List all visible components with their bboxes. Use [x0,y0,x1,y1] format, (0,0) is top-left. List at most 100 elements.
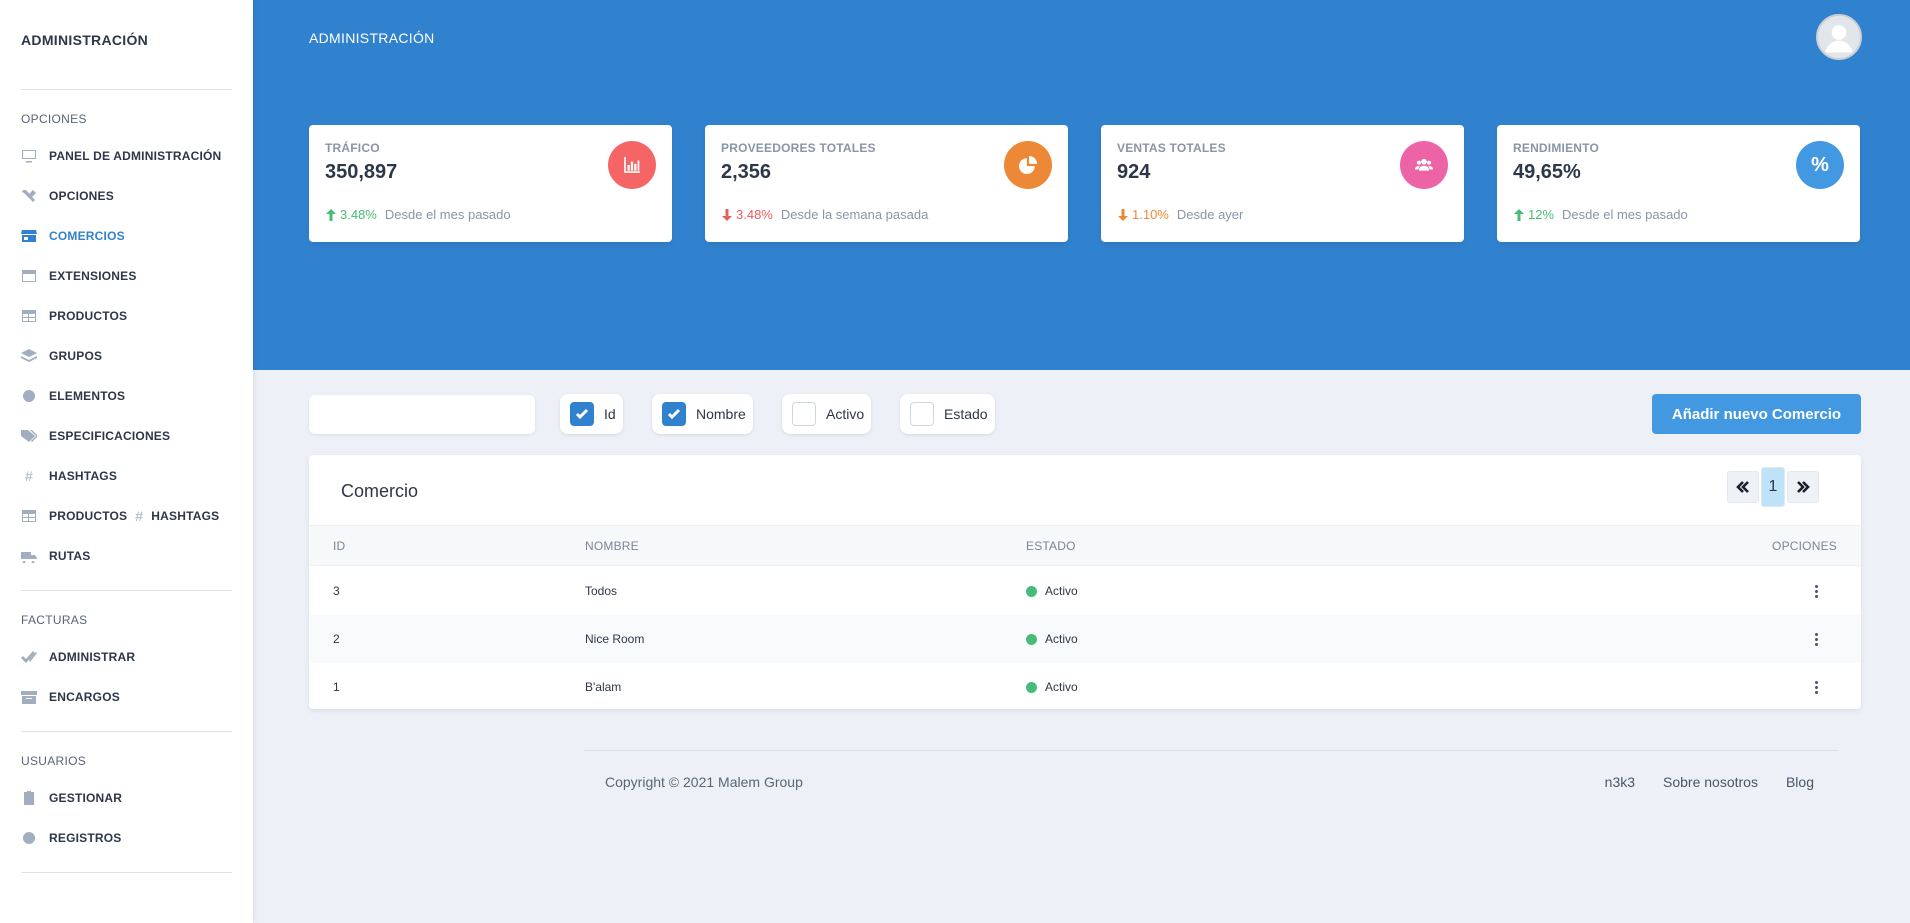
stat-delta-value: 3.48% [736,207,773,222]
window-icon [21,269,37,283]
stat-delta-value: 12% [1528,207,1555,222]
kebab-menu-icon[interactable] [1809,679,1823,695]
cell-options [1809,663,1837,711]
arrow-down-icon [1118,208,1128,221]
sidebar-item-productos[interactable]: PRODUCTOS [21,296,232,336]
status-label: Activo [1045,632,1078,646]
section-title-opciones: OPCIONES [21,112,87,126]
check-icon [575,408,589,420]
comercio-table-card: Comercio 1 ID NOMBRE ESTADO OPCIONES 3 T… [309,455,1861,709]
sidebar-item-registros[interactable]: REGISTROS [21,818,232,858]
sidebar-item-encargos[interactable]: ENCARGOS [21,677,232,717]
footer-link-blog[interactable]: Blog [1786,774,1814,790]
table-icon [21,509,37,523]
sidebar-item-label: PRODUCTOS [49,509,128,523]
bar-chart-icon [608,141,656,189]
sidebar-item-rutas[interactable]: RUTAS [21,536,232,576]
avatar[interactable] [1816,14,1862,60]
column-toggle-id[interactable]: Id [560,394,623,434]
status-dot [1026,681,1037,693]
stat-note: Desde el mes pasado [1562,207,1688,222]
stat-card-ventas: VENTAS TOTALES 924 1.10% Desde ayer [1101,125,1464,242]
tags-icon [21,429,37,443]
pie-chart-icon [1004,141,1052,189]
layers-icon [21,349,37,363]
section-title-usuarios: USUARIOS [21,754,87,768]
stat-value: 924 [1117,161,1151,183]
stat-delta: 1.10% [1117,207,1169,222]
cell-state: Activo [1026,615,1078,663]
cell-name: Nice Room [585,632,645,646]
first-page-button[interactable] [1727,471,1759,503]
column-header-nombre[interactable]: NOMBRE [585,526,639,565]
sidebar-item-label: EXTENSIONES [49,269,137,283]
cell-id: 3 [333,584,340,598]
sidebar-item-gestionar[interactable]: GESTIONAR [21,778,232,818]
kebab-menu-icon[interactable] [1809,583,1823,599]
footer-link-sobre-nosotros[interactable]: Sobre nosotros [1663,774,1758,790]
column-toggle-estado[interactable]: Estado [900,394,995,434]
sidebar-item-grupos[interactable]: GRUPOS [21,336,232,376]
stat-value: 49,65% [1513,161,1581,183]
check-double-icon [21,650,37,664]
sidebar-item-comercios[interactable]: COMERCIOS [21,216,232,256]
table-row: 3 Todos Activo [309,567,1861,615]
stat-label: PROVEEDORES TOTALES [721,141,876,155]
sidebar-item-label: GESTIONAR [49,791,123,805]
column-toggle-activo[interactable]: Activo [782,394,872,434]
stat-delta: 3.48% [721,207,773,222]
sidebar-item-productos-hashtags[interactable]: PRODUCTOS # HASHTAGS [21,496,232,536]
sidebar-item-extensiones[interactable]: EXTENSIONES [21,256,232,296]
cell-id: 1 [333,680,340,694]
cell-name: Todos [585,584,618,598]
sidebar: ADMINISTRACIÓN OPCIONES PANEL DE ADMINIS… [0,0,253,923]
sidebar-item-label: ADMINISTRAR [49,650,136,664]
checkbox-checked[interactable] [662,402,686,426]
checkbox-unchecked[interactable] [910,402,934,426]
sidebar-item-opciones[interactable]: OPCIONES [21,176,232,216]
cell-name: B'alam [585,680,622,694]
checkbox-checked[interactable] [570,402,594,426]
sidebar-item-panel[interactable]: PANEL DE ADMINISTRACIÓN [21,136,232,176]
page-number-button[interactable]: 1 [1761,467,1785,507]
stats-cards: TRÁFICO 350,897 3.48% Desde el mes pasad… [309,125,1860,242]
column-toggle-nombre[interactable]: Nombre [652,394,753,434]
stat-delta-value: 1.10% [1132,207,1169,222]
column-header-id[interactable]: ID [333,526,345,565]
cell-state: Activo [1026,663,1078,711]
store-icon [21,229,37,243]
last-page-button[interactable] [1787,471,1819,503]
column-header-estado[interactable]: ESTADO [1026,526,1076,565]
add-comercio-button[interactable]: Añadir nuevo Comercio [1652,394,1861,434]
sidebar-item-hashtags[interactable]: # HASHTAGS [21,456,232,496]
column-toggle-label: Activo [826,406,865,422]
sidebar-item-label: GRUPOS [49,349,103,363]
sidebar-item-label: RUTAS [49,549,91,563]
cell-id: 2 [333,632,340,646]
sidebar-item-elementos[interactable]: ELEMENTOS [21,376,232,416]
sidebar-item-label: ESPECIFICACIONES [49,429,171,443]
kebab-menu-icon[interactable] [1809,631,1823,647]
stat-card-trafico: TRÁFICO 350,897 3.48% Desde el mes pasad… [309,125,672,242]
sidebar-brand: ADMINISTRACIÓN [21,0,232,90]
checkbox-unchecked[interactable] [792,402,816,426]
stat-value: 350,897 [325,161,398,183]
archive-icon [21,690,37,704]
table-row: 1 B'alam Activo [309,663,1861,711]
table-title: Comercio [341,481,419,501]
arrow-up-icon [326,208,336,221]
search-input[interactable] [309,395,535,434]
footer-link-n3k3[interactable]: n3k3 [1605,774,1635,790]
copyright: Copyright © 2021 Malem Group [605,774,803,790]
footer-links: n3k3 Sobre nosotros Blog [1605,774,1814,790]
divider [21,731,232,732]
sidebar-item-especificaciones[interactable]: ESPECIFICACIONES [21,416,232,456]
status-label: Activo [1045,584,1078,598]
stat-delta-value: 3.48% [340,207,377,222]
sidebar-item-administrar[interactable]: ADMINISTRAR [21,637,232,677]
section-title-facturas: FACTURAS [21,613,88,627]
column-toggle-label: Estado [944,406,988,422]
stat-value: 2,356 [721,161,772,183]
hashtag-icon: # [25,468,33,484]
stat-label: VENTAS TOTALES [1117,141,1226,155]
